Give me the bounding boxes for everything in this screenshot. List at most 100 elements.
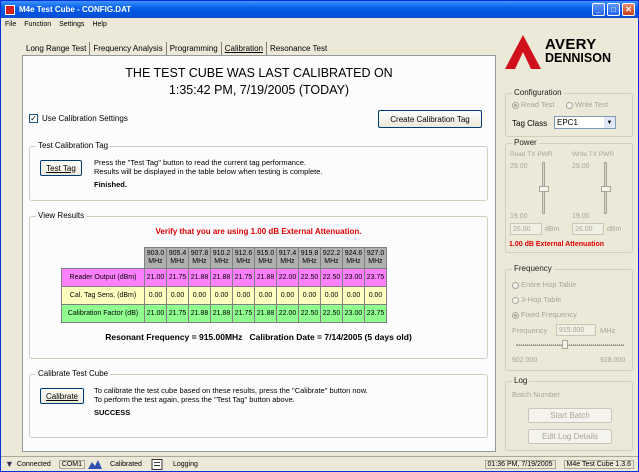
tab-resonance-test[interactable]: Resonance Test	[267, 42, 330, 55]
minimize-button[interactable]: _	[592, 3, 605, 16]
read-power-slider-thumb[interactable]	[539, 186, 549, 192]
test-tag-instructions-2: Results will be displayed in the table b…	[94, 167, 323, 176]
tab-programming[interactable]: Programming	[167, 42, 222, 55]
logging-status: Logging	[169, 458, 202, 470]
frequency-group: Frequency Entire Hop Table 3-Hop Table F…	[505, 264, 633, 371]
radio-icon	[512, 311, 519, 319]
radio-write-test[interactable]: Write Test	[566, 100, 608, 109]
menu-file[interactable]: File	[5, 21, 16, 28]
read-power-field[interactable]: 26.00	[510, 223, 542, 235]
calibration-headline: THE TEST CUBE WAS LAST CALIBRATED ON	[125, 66, 393, 80]
cal-tag-sens-row: Cal. Tag Sens. (dBm) 0.00 0.00 0.00 0.00…	[61, 286, 387, 305]
table-cell: 0.00	[298, 286, 321, 305]
freq-value: 917.4	[278, 250, 297, 257]
document-icon	[151, 458, 163, 470]
table-cell: 21.88	[188, 304, 211, 323]
radio-entire-hop-table[interactable]: Entire Hop Table	[512, 280, 576, 289]
freq-value: 919.8	[300, 250, 319, 257]
tab-calibration[interactable]: Calibration	[222, 42, 267, 55]
tab-strip: Long Range Test Frequency Analysis Progr…	[23, 42, 330, 55]
freq-header: 927.0 MHz	[364, 247, 387, 269]
freq-header: 922.2 MHz	[320, 247, 343, 269]
radio-read-test[interactable]: Read Test	[512, 100, 555, 109]
create-calibration-tag-button[interactable]: Create Calibration Tag	[378, 110, 482, 128]
calibrate-test-cube-group: Calibrate Test Cube Calibrate To calibra…	[29, 369, 488, 438]
configuration-group: Configuration Read Test Write Test Tag C…	[505, 88, 633, 137]
logo-text-dennison: DENNISON	[545, 51, 611, 65]
power-group: Power Read TX PWR Write TX PWR 29.00 29.…	[505, 138, 633, 253]
frequency-slider[interactable]	[516, 344, 624, 346]
freq-unit: MHz	[214, 258, 229, 265]
tab-long-range-test[interactable]: Long Range Test	[23, 42, 91, 55]
start-batch-button[interactable]: Start Batch	[528, 408, 612, 423]
freq-unit: MHz	[170, 258, 185, 265]
radio-fixed-frequency[interactable]: Fixed Frequency	[512, 310, 577, 319]
row-label: Reader Output (dBm)	[61, 268, 145, 287]
edit-log-details-button[interactable]: Edit Log Details	[528, 429, 612, 444]
freq-value: 903.0	[146, 250, 165, 257]
tag-class-select[interactable]: EPC1 ▼	[554, 116, 616, 129]
frequency-max-label: 928.000	[600, 357, 626, 364]
antenna-icon: ▼	[5, 459, 14, 469]
freq-unit: MHz	[280, 258, 295, 265]
frequency-slider-thumb[interactable]	[562, 340, 568, 349]
menu-settings[interactable]: Settings	[59, 21, 84, 28]
app-icon	[5, 4, 15, 15]
reader-output-row: Reader Output (dBm) 21.00 21.75 21.88 21…	[61, 268, 387, 287]
menu-help[interactable]: Help	[92, 21, 106, 28]
freq-value: 915.0	[256, 250, 275, 257]
check-icon: ✓	[29, 114, 38, 123]
table-cell: 22.50	[320, 268, 343, 287]
frequency-unit: MHz	[600, 326, 616, 335]
table-cell: 21.75	[232, 304, 255, 323]
table-cell: 22.00	[276, 268, 299, 287]
radio-icon	[512, 101, 519, 109]
freq-value: 912.6	[234, 250, 253, 257]
table-cell: 21.00	[144, 304, 167, 323]
calibrate-button[interactable]: Calibrate	[40, 388, 84, 404]
avery-dennison-logo: AVERY DENNISON	[505, 31, 635, 83]
table-cell: 23.75	[364, 268, 387, 287]
read-power-unit: dBm	[545, 226, 560, 233]
batch-number-label: Batch Number	[512, 390, 560, 399]
menu-function[interactable]: Function	[24, 21, 51, 28]
table-corner	[62, 248, 145, 269]
read-min-label: 19.00	[510, 213, 528, 220]
table-cell: 21.75	[232, 268, 255, 287]
radio-3-hop-table[interactable]: 3-Hop Table	[512, 295, 561, 304]
use-calibration-settings-checkbox[interactable]: ✓ Use Calibration Settings	[29, 114, 128, 123]
group-label: Power	[512, 138, 539, 147]
table-cell: 21.88	[210, 268, 233, 287]
freq-unit: MHz	[236, 258, 251, 265]
radio-icon	[512, 281, 519, 289]
table-cell: 22.50	[298, 304, 321, 323]
calibrate-status: SUCCESS	[94, 408, 131, 417]
tab-frequency-analysis[interactable]: Frequency Analysis	[90, 42, 167, 55]
table-cell: 21.75	[166, 304, 189, 323]
group-label: Log	[512, 376, 530, 385]
freq-header: 905.4 MHz	[166, 247, 189, 269]
table-cell: 21.88	[254, 268, 277, 287]
table-cell: 21.00	[144, 268, 167, 287]
close-button[interactable]: ✕	[622, 3, 635, 16]
results-summary: Resonant Frequency = 915.00MHz Calibrati…	[105, 332, 412, 342]
table-cell: 0.00	[320, 286, 343, 305]
test-tag-button[interactable]: Test Tag	[40, 160, 82, 176]
table-cell: 23.00	[342, 268, 365, 287]
table-cell: 22.00	[276, 304, 299, 323]
radio-label: Write Test	[575, 100, 609, 109]
logo-mark-icon	[505, 35, 541, 69]
tag-class-label: Tag Class	[512, 119, 548, 128]
write-power-field[interactable]: 26.00	[572, 223, 604, 235]
connection-status: ▼ Connected	[1, 458, 55, 470]
write-power-slider-thumb[interactable]	[601, 186, 611, 192]
table-cell: 0.00	[210, 286, 233, 305]
frequency-field[interactable]: 915.000	[556, 324, 596, 336]
maximize-button[interactable]: □	[607, 3, 620, 16]
table-cell: 21.88	[188, 268, 211, 287]
test-calibration-tag-group: Test Calibration Tag Test Tag Press the …	[29, 141, 488, 201]
title-bar[interactable]: M4e Test Cube - CONFIG.DAT _ □ ✕	[1, 1, 638, 18]
read-max-label: 29.00	[510, 163, 528, 170]
group-label: Configuration	[512, 88, 564, 97]
freq-value: 910.2	[212, 250, 231, 257]
